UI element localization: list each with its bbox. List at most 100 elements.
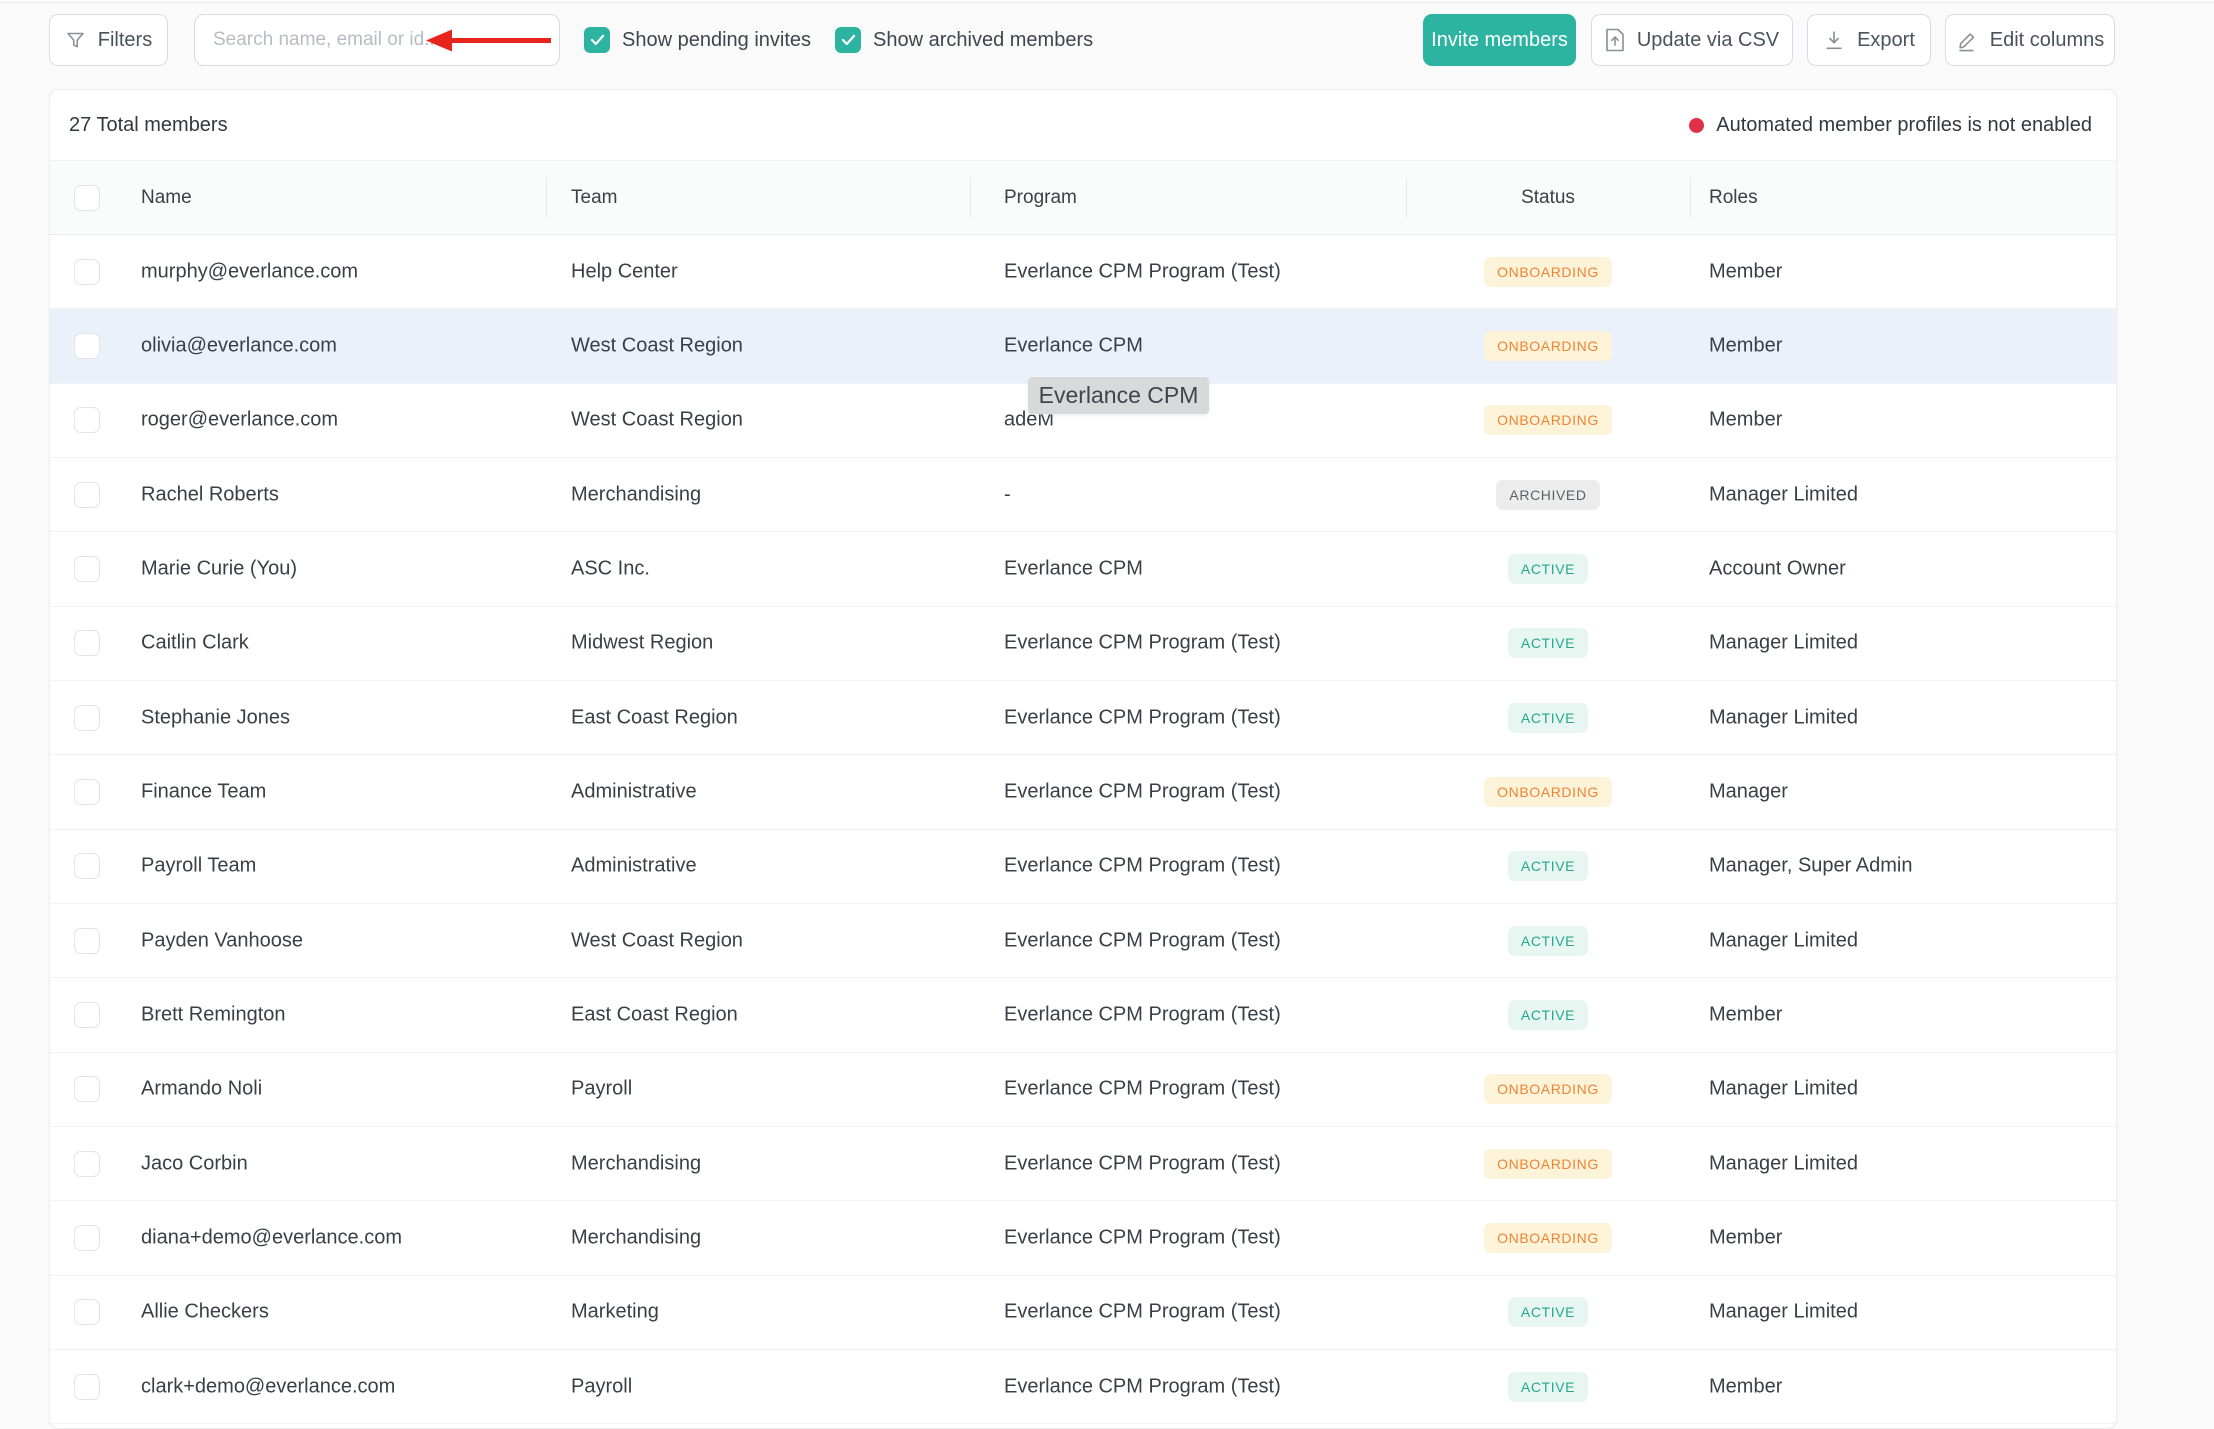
status-cell: ACTIVE: [1406, 978, 1690, 1051]
export-label: Export: [1857, 29, 1915, 52]
member-team: Marketing: [571, 1301, 659, 1324]
invite-members-button[interactable]: Invite members: [1423, 14, 1576, 66]
table-row[interactable]: Finance Team Administrative Everlance CP…: [50, 755, 2116, 829]
status-cell: ACTIVE: [1406, 1350, 1690, 1423]
filters-button[interactable]: Filters: [49, 14, 168, 66]
table-row[interactable]: clark+demo@everlance.com Payroll Everlan…: [50, 1350, 2116, 1424]
row-checkbox[interactable]: [74, 259, 100, 285]
member-roles: Manager Limited: [1709, 1152, 1858, 1175]
member-roles: Member: [1709, 334, 1782, 357]
row-checkbox[interactable]: [74, 853, 100, 879]
download-icon: [1823, 29, 1845, 52]
status-badge: ACTIVE: [1508, 554, 1588, 584]
table-row[interactable]: Stephanie Jones East Coast Region Everla…: [50, 681, 2116, 755]
status-cell: ACTIVE: [1406, 830, 1690, 903]
member-name: diana+demo@everlance.com: [141, 1226, 402, 1249]
column-divider: [1406, 178, 1407, 218]
column-divider: [970, 178, 971, 218]
row-checkbox[interactable]: [74, 1299, 100, 1325]
column-header-name: Name: [141, 187, 192, 209]
edit-columns-label: Edit columns: [1990, 29, 2105, 52]
column-header-roles: Roles: [1709, 187, 1758, 209]
member-name: Caitlin Clark: [141, 632, 249, 655]
table-row[interactable]: Marie Curie (You) ASC Inc. Everlance CPM…: [50, 532, 2116, 606]
edit-columns-button[interactable]: Edit columns: [1945, 14, 2115, 66]
search-input[interactable]: [194, 14, 560, 66]
member-name: Marie Curie (You): [141, 557, 297, 580]
member-name: olivia@everlance.com: [141, 334, 337, 357]
row-checkbox[interactable]: [74, 1151, 100, 1177]
table-row[interactable]: Rachel Roberts Merchandising - ARCHIVED …: [50, 458, 2116, 532]
member-roles: Member: [1709, 409, 1782, 432]
table-row[interactable]: diana+demo@everlance.com Merchandising E…: [50, 1201, 2116, 1275]
member-team: Administrative: [571, 855, 697, 878]
row-checkbox[interactable]: [74, 779, 100, 805]
member-program: Everlance CPM Program (Test): [1004, 1375, 1281, 1398]
member-team: Administrative: [571, 780, 697, 803]
row-checkbox[interactable]: [74, 705, 100, 731]
status-cell: ACTIVE: [1406, 681, 1690, 754]
status-badge: ONBOARDING: [1484, 1149, 1612, 1179]
member-program: Everlance CPM Program (Test): [1004, 780, 1281, 803]
status-badge: ACTIVE: [1508, 1372, 1588, 1402]
member-program: Everlance CPM Program (Test): [1004, 1301, 1281, 1324]
status-cell: ONBOARDING: [1406, 235, 1690, 308]
show-pending-invites-checkbox[interactable]: [584, 27, 610, 53]
show-archived-members-checkbox[interactable]: [835, 27, 861, 53]
row-checkbox[interactable]: [74, 630, 100, 656]
card-header: 27 Total members Automated member profil…: [50, 90, 2116, 161]
member-program: Everlance CPM Program (Test): [1004, 855, 1281, 878]
table-row[interactable]: Brett Remington East Coast Region Everla…: [50, 978, 2116, 1052]
row-checkbox[interactable]: [74, 928, 100, 954]
table-row[interactable]: Payden Vanhoose West Coast Region Everla…: [50, 904, 2116, 978]
column-header-team: Team: [571, 187, 617, 209]
member-name: Armando Noli: [141, 1078, 262, 1101]
status-badge: ONBOARDING: [1484, 1074, 1612, 1104]
table-row[interactable]: olivia@everlance.com West Coast Region E…: [50, 309, 2116, 383]
update-via-csv-label: Update via CSV: [1637, 29, 1779, 52]
status-badge: ONBOARDING: [1484, 777, 1612, 807]
table-row[interactable]: Armando Noli Payroll Everlance CPM Progr…: [50, 1053, 2116, 1127]
member-name: Rachel Roberts: [141, 483, 279, 506]
status-badge: ONBOARDING: [1484, 257, 1612, 287]
row-checkbox[interactable]: [74, 1225, 100, 1251]
table-row[interactable]: Payroll Team Administrative Everlance CP…: [50, 830, 2116, 904]
row-checkbox[interactable]: [74, 1076, 100, 1102]
invite-members-label: Invite members: [1431, 29, 1568, 52]
member-name: clark+demo@everlance.com: [141, 1375, 395, 1398]
automated-profiles-notice-text: Automated member profiles is not enabled: [1716, 114, 2092, 137]
member-roles: Manager Limited: [1709, 483, 1858, 506]
row-checkbox[interactable]: [74, 1374, 100, 1400]
export-button[interactable]: Export: [1807, 14, 1931, 66]
page-top-divider: [0, 2, 2214, 3]
member-team: Merchandising: [571, 483, 701, 506]
member-team: ASC Inc.: [571, 557, 650, 580]
update-via-csv-button[interactable]: Update via CSV: [1591, 14, 1793, 66]
select-all-checkbox[interactable]: [74, 185, 100, 211]
table-row[interactable]: murphy@everlance.com Help Center Everlan…: [50, 235, 2116, 309]
row-checkbox[interactable]: [74, 1002, 100, 1028]
total-members-count: 27 Total members: [69, 114, 228, 137]
table-row[interactable]: Allie Checkers Marketing Everlance CPM P…: [50, 1276, 2116, 1350]
member-team: West Coast Region: [571, 929, 743, 952]
table-row[interactable]: Jaco Corbin Merchandising Everlance CPM …: [50, 1127, 2116, 1201]
status-cell: ONBOARDING: [1406, 309, 1690, 382]
member-program: Everlance CPM Program (Test): [1004, 632, 1281, 655]
table-header: Name Team Program Status Roles: [50, 161, 2116, 235]
member-team: Payroll: [571, 1078, 632, 1101]
member-program: Everlance CPM Program (Test): [1004, 706, 1281, 729]
row-checkbox[interactable]: [74, 556, 100, 582]
status-badge: ACTIVE: [1508, 628, 1588, 658]
table-row[interactable]: Caitlin Clark Midwest Region Everlance C…: [50, 607, 2116, 681]
status-badge: ARCHIVED: [1496, 480, 1599, 510]
status-badge: ONBOARDING: [1484, 1223, 1612, 1253]
show-archived-members-option: Show archived members: [835, 27, 1093, 53]
member-roles: Manager, Super Admin: [1709, 855, 1912, 878]
row-checkbox[interactable]: [74, 407, 100, 433]
row-checkbox[interactable]: [74, 333, 100, 359]
check-icon: [841, 34, 856, 46]
row-checkbox[interactable]: [74, 482, 100, 508]
status-cell: ACTIVE: [1406, 532, 1690, 605]
red-dot-icon: [1689, 118, 1704, 133]
member-roles: Account Owner: [1709, 557, 1846, 580]
